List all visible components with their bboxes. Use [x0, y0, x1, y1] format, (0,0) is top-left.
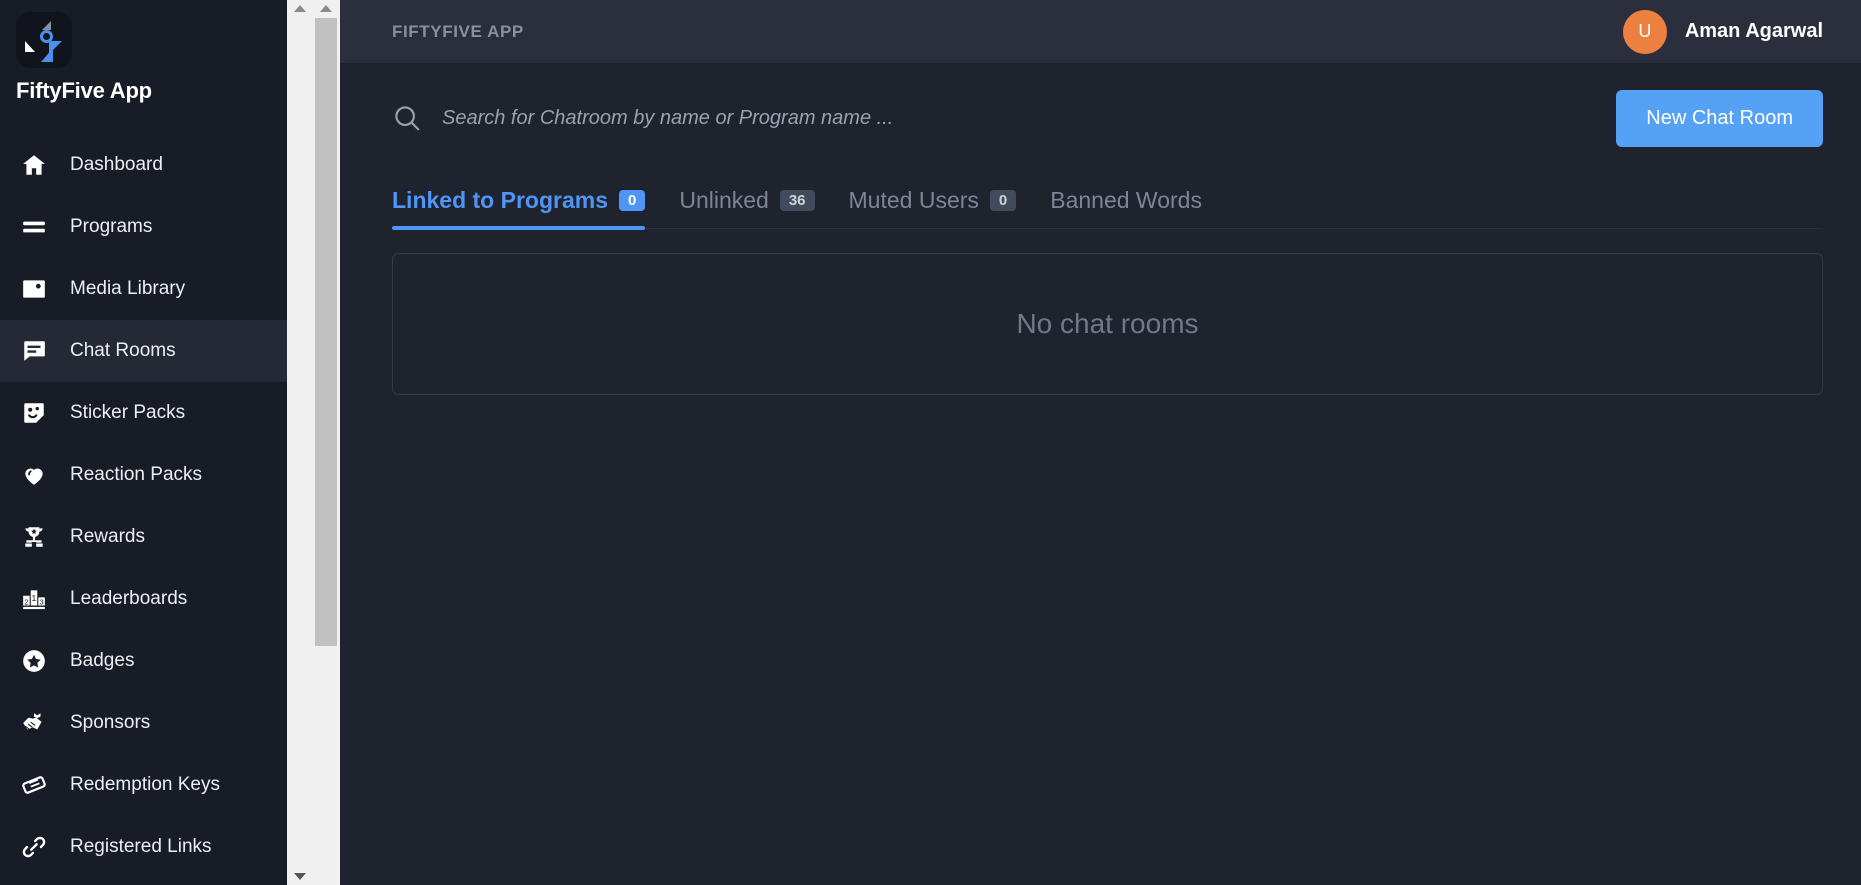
scrollbar-thumb[interactable]	[315, 18, 337, 646]
sidebar-item-badges[interactable]: Badges	[0, 630, 287, 692]
user-name: Aman Agarwal	[1684, 20, 1823, 42]
tab-linked-to-programs[interactable]: Linked to Programs 0	[392, 187, 646, 230]
content: New Chat Room Linked to Programs 0 Unlin…	[340, 63, 1861, 885]
topbar: FIFTYFIVE APP U Aman Agarwal	[340, 0, 1861, 63]
tab-label: Linked to Programs	[392, 187, 608, 213]
star-badge-icon	[12, 648, 56, 674]
svg-text:2: 2	[24, 597, 28, 606]
status-badge: 36	[779, 190, 815, 211]
sidebar-item-programs[interactable]: Programs	[0, 196, 287, 258]
brand[interactable]: FiftyFive App	[0, 0, 287, 104]
page-title: FIFTYFIVE APP	[392, 21, 524, 41]
trophy-icon	[12, 524, 56, 550]
sidebar-item-dashboard[interactable]: Dashboard	[0, 134, 287, 196]
sidebar-item-reaction-packs[interactable]: Reaction Packs	[0, 444, 287, 506]
sidebar-item-label: Media Library	[70, 278, 186, 299]
sidebar-item-label: Rewards	[70, 526, 145, 547]
tab-label: Banned Words	[1050, 187, 1202, 213]
sidebar-item-rewards[interactable]: Rewards	[0, 506, 287, 568]
search-box[interactable]	[392, 93, 1597, 143]
sidebar-item-label: Sticker Packs	[70, 402, 186, 423]
chat-bubble-icon	[12, 338, 56, 364]
search-icon	[392, 103, 422, 133]
sticker-face-icon	[12, 400, 56, 426]
empty-state-message: No chat rooms	[1016, 308, 1199, 339]
tab-banned-words[interactable]: Banned Words	[1050, 187, 1202, 228]
heart-icon	[12, 462, 56, 488]
app-root: FiftyFive App Dashboard Programs Media L	[0, 0, 1861, 885]
sidebar-item-chat-rooms[interactable]: Chat Rooms	[0, 320, 287, 382]
chevron-down-icon[interactable]	[294, 873, 306, 880]
scrollbar-strip	[287, 0, 340, 885]
sidebar-item-registered-links[interactable]: Registered Links	[0, 816, 287, 878]
user-menu[interactable]: U Aman Agarwal	[1622, 9, 1823, 54]
podium-123-icon: 1 2 3	[12, 586, 56, 612]
sidebar-item-label: Reaction Packs	[70, 464, 203, 485]
handshake-icon	[12, 710, 56, 736]
sidebar-item-leaderboards[interactable]: 1 2 3 Leaderboards	[0, 568, 287, 630]
svg-text:3: 3	[39, 598, 43, 607]
sidebar-item-sponsors[interactable]: Sponsors	[0, 692, 287, 754]
sidebar-item-label: Badges	[70, 650, 135, 671]
link-chain-icon	[12, 834, 56, 860]
tab-muted-users[interactable]: Muted Users 0	[849, 187, 1017, 228]
new-chat-room-button[interactable]: New Chat Room	[1616, 89, 1823, 147]
sidebar: FiftyFive App Dashboard Programs Media L	[0, 0, 287, 885]
outer-page-scrollbar[interactable]	[287, 0, 313, 885]
sidebar-item-label: Leaderboards	[70, 588, 188, 609]
sidebar-item-label: Registered Links	[70, 836, 212, 857]
sidebar-item-redemption-keys[interactable]: Redemption Keys	[0, 754, 287, 816]
tab-unlinked[interactable]: Unlinked 36	[679, 187, 815, 228]
tabs: Linked to Programs 0 Unlinked 36 Muted U…	[392, 173, 1823, 230]
tab-label: Muted Users	[848, 187, 979, 213]
chevron-up-icon[interactable]	[320, 5, 332, 12]
sidebar-item-media-library[interactable]: Media Library	[0, 258, 287, 320]
search-row: New Chat Room	[392, 63, 1823, 173]
sidebar-item-label: Sponsors	[70, 712, 151, 733]
sidebar-item-label: Programs	[70, 216, 153, 237]
sidebar-nav: Dashboard Programs Media Library Chat Ro…	[0, 134, 287, 878]
sidebar-item-label: Dashboard	[70, 154, 163, 175]
image-icon	[12, 276, 56, 302]
sidebar-item-label: Chat Rooms	[70, 340, 176, 361]
sidebar-item-label: Redemption Keys	[70, 774, 220, 795]
chat-rooms-panel: No chat rooms	[392, 253, 1823, 395]
avatar: U	[1622, 9, 1667, 54]
status-badge: 0	[989, 190, 1017, 211]
list-lines-icon	[12, 214, 56, 240]
chevron-up-icon[interactable]	[294, 5, 306, 12]
svg-text:1: 1	[31, 593, 36, 603]
sidebar-item-sticker-packs[interactable]: Sticker Packs	[0, 382, 287, 444]
main-area: FIFTYFIVE APP U Aman Agarwal New Chat Ro…	[340, 0, 1861, 885]
home-icon	[12, 152, 56, 178]
brand-name: FiftyFive App	[16, 78, 152, 103]
search-input[interactable]	[442, 106, 1597, 130]
status-badge: 0	[618, 190, 646, 211]
sidebar-scrollbar[interactable]	[313, 0, 339, 885]
tab-label: Unlinked	[679, 187, 769, 213]
fiftyfive-logo-icon	[16, 12, 72, 68]
ticket-icon	[12, 772, 56, 798]
